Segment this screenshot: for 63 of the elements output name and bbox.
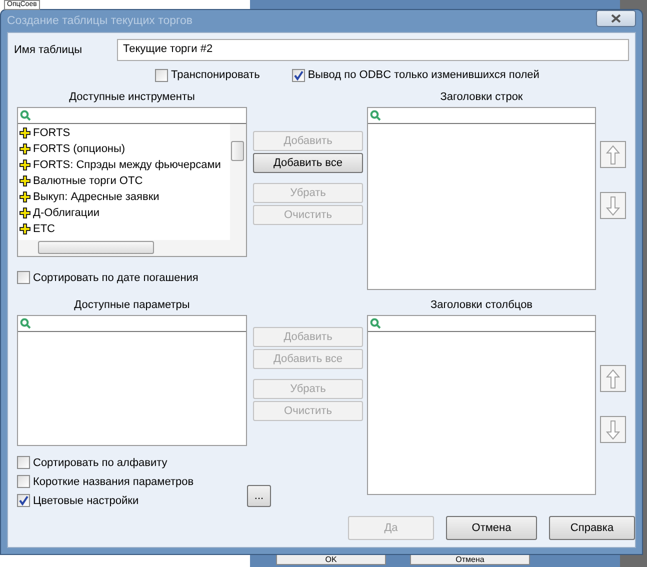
section-heading: Заголовки строк	[439, 91, 524, 105]
list-item[interactable]: FORTS	[18, 125, 230, 141]
plus-icon	[19, 207, 31, 219]
checkbox-label: Сортировать по алфавиту	[33, 456, 168, 468]
checkbox[interactable]	[17, 456, 30, 469]
search-field[interactable]	[18, 108, 246, 124]
checkbox-label: Цветовые настройки	[33, 494, 139, 506]
table-name-field[interactable]: Текущие торги #2	[117, 39, 629, 61]
plus-icon	[19, 143, 31, 155]
section-heading: Заголовки столбцов	[429, 299, 534, 313]
list-item[interactable]: Валютные торги OTC	[18, 173, 230, 189]
parameter-list[interactable]	[17, 315, 247, 446]
search-field[interactable]	[368, 108, 595, 124]
option-checkbox[interactable]: Сортировать по алфавиту	[17, 456, 247, 469]
list-item[interactable]: FORTS (опционы)	[18, 141, 230, 157]
up-arrow-icon	[606, 368, 620, 388]
down-arrow-icon	[606, 420, 620, 440]
close-button[interactable]	[596, 10, 636, 26]
search-icon	[370, 318, 381, 329]
column-headers-list[interactable]	[367, 315, 596, 495]
checkbox[interactable]	[17, 271, 30, 284]
field-label: Имя таблицы	[14, 44, 84, 56]
option-checkbox[interactable]: Транспонировать	[155, 67, 260, 83]
search-icon	[370, 110, 381, 121]
checkbox[interactable]	[155, 68, 168, 82]
search-field[interactable]	[368, 316, 595, 332]
list-item[interactable]: ETC	[18, 221, 230, 237]
checkbox[interactable]	[17, 475, 30, 488]
up-arrow-icon	[606, 144, 620, 164]
cancel-button[interactable]: Отмена	[446, 516, 537, 540]
window-title: Создание таблицы текущих торгов	[7, 15, 192, 27]
search-field[interactable]	[18, 316, 246, 332]
add-all-button[interactable]: Добавить все	[253, 153, 363, 173]
checkbox-label: Транспонировать	[171, 69, 260, 81]
list-item[interactable]: Д-Облигации	[18, 205, 230, 221]
sort-checkbox[interactable]: Сортировать по дате погашения	[17, 271, 247, 284]
plus-icon	[19, 127, 31, 139]
plus-icon	[19, 159, 31, 171]
down-arrow-icon	[606, 196, 620, 216]
help-button[interactable]: Справка	[549, 516, 635, 540]
checkbox-label: Сортировать по дате погашения	[33, 272, 198, 284]
checkbox[interactable]	[17, 494, 30, 507]
close-icon	[611, 14, 621, 22]
row-headers-list[interactable]	[367, 107, 596, 290]
section-heading: Доступные инструменты	[68, 91, 196, 105]
plus-icon	[19, 175, 31, 187]
checkbox[interactable]	[292, 68, 305, 82]
checkbox-label: Короткие названия параметров	[33, 476, 194, 488]
horizontal-scrollbar[interactable]	[18, 240, 246, 256]
search-icon	[20, 318, 31, 329]
section-heading: Доступные параметры	[73, 299, 191, 313]
list-item[interactable]: Выкуп: Адресные заявки	[18, 189, 230, 205]
option-checkbox[interactable]: Вывод по ODBC только изменившихся полей	[292, 67, 540, 83]
vertical-scrollbar[interactable]	[230, 124, 246, 240]
option-checkbox[interactable]: Цветовые настройки	[17, 494, 247, 507]
search-icon	[20, 110, 31, 121]
plus-icon	[19, 223, 31, 235]
list-item[interactable]: FORTS: Спрэды между фьючерсами	[18, 157, 230, 173]
plus-icon	[19, 191, 31, 203]
checkbox-label: Вывод по ODBC только изменившихся полей	[308, 69, 540, 81]
more-button[interactable]: ...	[247, 485, 271, 507]
instrument-list[interactable]: FORTS FORTS (опционы) FORTS: Спрэды между фьючерсами Валютные торги OTC Выкуп: Адресные заявки Д-Облигации ETC	[17, 107, 247, 257]
option-checkbox[interactable]: Короткие названия параметров	[17, 475, 247, 488]
